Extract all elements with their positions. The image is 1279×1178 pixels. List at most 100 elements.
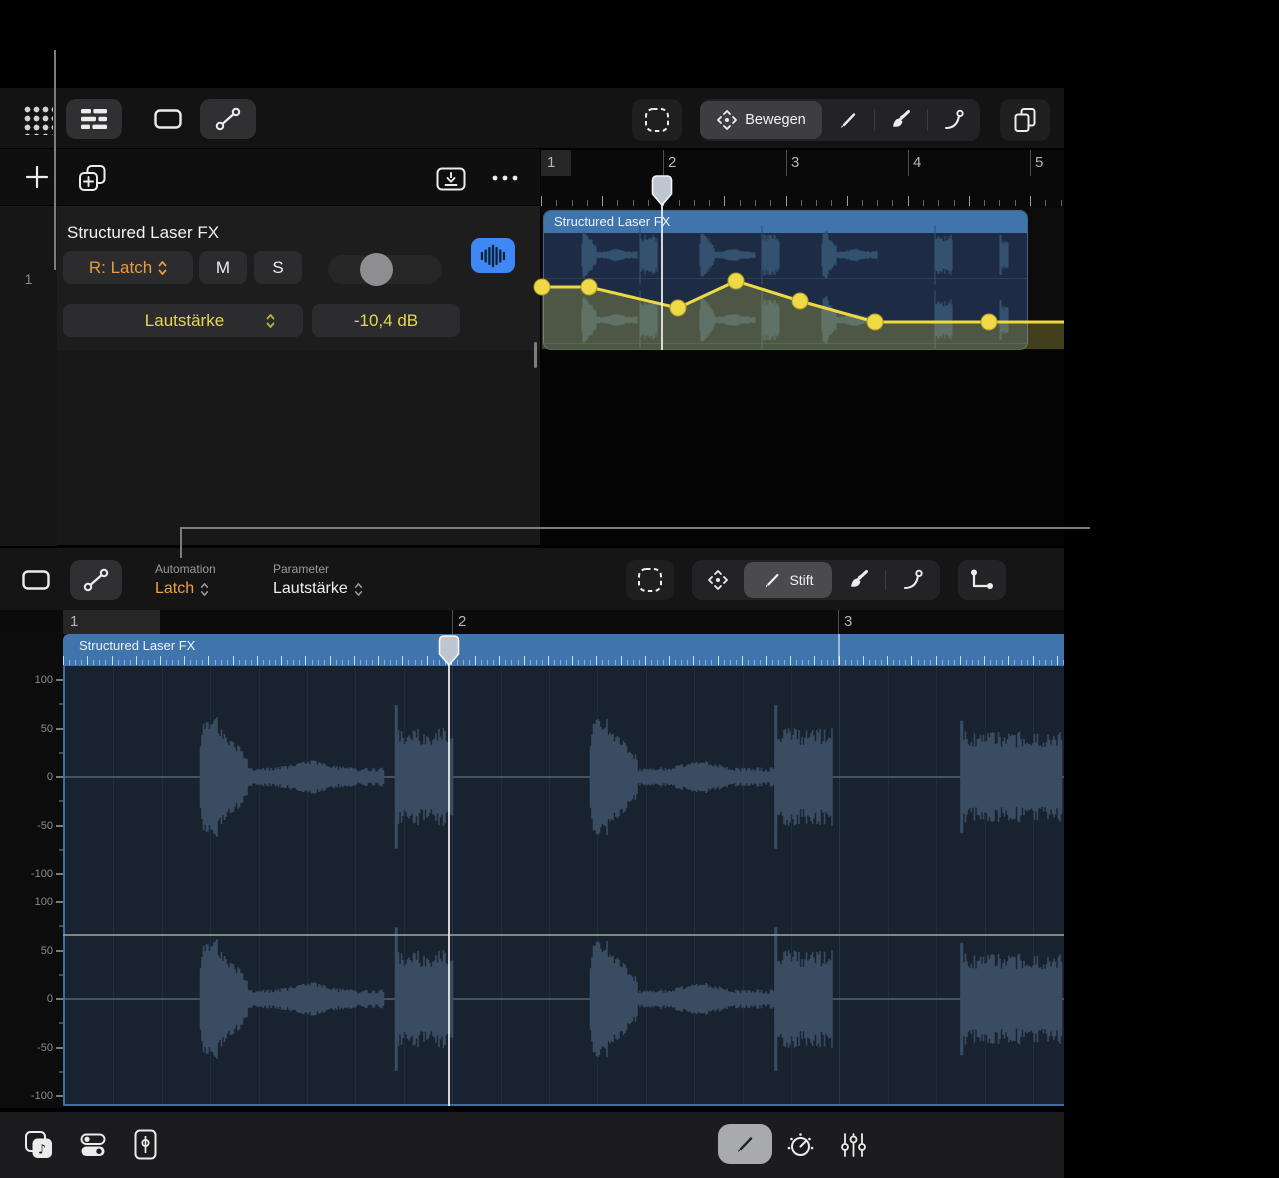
ruler-tick [877,200,879,206]
parameter-value[interactable]: -10,4 dB [312,304,460,337]
duplicate-track-button[interactable] [78,164,106,192]
track-import-button[interactable] [436,167,466,191]
ruler-tick [800,200,802,206]
copy-paste-button[interactable] [1000,99,1050,141]
editor-parameter-select[interactable]: Lautstärke [273,580,363,598]
region-bar-tick [656,660,658,665]
editor-automation-button[interactable] [70,560,122,600]
region-bar-tick [705,660,707,665]
loops-icon: ♪ [25,1131,52,1158]
audio-region[interactable]: Structured Laser FX [543,210,1028,350]
grid-view-button[interactable] [16,99,58,139]
callout-line-latch [180,527,1090,529]
editor-marquee-button[interactable] [626,560,674,600]
editor-gridline [984,666,986,1104]
bar-number: 4 [913,154,922,171]
region-bar-tick [238,660,240,665]
smart-controls-button[interactable] [786,1131,815,1160]
region-bar-tick [541,660,543,665]
editor-pencil-segment[interactable]: Stift [744,562,832,598]
region-bar-tick [69,660,71,665]
region-bar-tick [196,660,198,665]
more-ellipsis-icon [492,175,518,181]
mute-label: M [215,257,231,277]
plugins-button[interactable] [134,1129,157,1160]
ruler-tick [1030,196,1031,206]
vertical-scrollbar[interactable] [534,342,537,368]
ruler-tick [892,200,894,206]
editor-region-bar[interactable]: Structured Laser FX [63,634,1064,666]
region-bar-tick [881,660,883,665]
region-bar-tick [753,660,755,665]
mute-button[interactable]: M [199,251,247,284]
editor-gridline [791,666,792,1104]
editor-regions-button[interactable] [12,560,60,600]
region-bar-tick [226,660,228,665]
automation-display-button[interactable] [200,99,256,139]
region-bar-tick [475,656,477,665]
waveform-editor[interactable] [63,666,1064,1106]
editor-brush-segment[interactable] [832,560,885,600]
region-bar-tick [178,660,180,665]
region-bar-tick [269,660,270,665]
region-bar-tick [687,660,689,665]
brush-tool-segment[interactable] [875,99,927,141]
tracks-view-button[interactable] [66,99,122,139]
region-bar-tick [862,656,864,665]
parameter-select[interactable]: Lautstärke [63,304,303,337]
region-bar-tick [820,660,822,665]
ruler-tick [556,200,558,206]
editor-curve-segment[interactable] [886,560,939,600]
bar-number: 3 [791,154,800,171]
region-bar-tick [693,656,695,665]
region-body[interactable] [544,233,1027,349]
bar-number: 1 [70,613,79,630]
volume-slider[interactable] [328,253,442,286]
region-bar-tick [972,660,973,665]
brush-icon [893,110,910,127]
scale-tick [56,873,63,875]
region-bar-tick [602,660,604,665]
scale-label: 50 [40,722,53,735]
automation-mode-button[interactable]: R: Latch [63,251,193,284]
automation-mode-select[interactable]: Latch [155,580,209,598]
region-bar-tick [190,660,192,665]
region-bar-tick [887,656,889,665]
curve-tool-segment[interactable] [928,99,980,141]
bar-line [452,610,453,634]
track-controls-button[interactable] [80,1132,106,1158]
region-bar-tick [935,656,937,665]
region-bar-tick [220,660,222,665]
region-bar-tick [759,660,761,665]
pencil-tool-segment[interactable] [822,99,874,141]
scale-label: -50 [37,1041,53,1054]
loop-browser-button[interactable]: ♪ [24,1130,54,1160]
step-automation-button[interactable] [958,560,1006,600]
bar-number: 1 [547,154,556,171]
region-bar-tick [832,660,834,665]
automation-mode-value: Latch [155,580,195,597]
quick-draw-button[interactable] [718,1124,772,1164]
editor-move-segment[interactable] [692,560,744,600]
move-tool-segment[interactable]: Bewegen [700,101,822,139]
editor-gridline [161,666,163,1104]
mixer-button[interactable] [840,1131,867,1159]
region-bar-tick [638,660,640,665]
regions-display-button[interactable] [140,99,196,139]
top-ruler-ticks[interactable] [541,176,1064,208]
editor-ruler[interactable]: 1 2 3 [0,610,1064,634]
add-track-button[interactable] [24,164,50,190]
editor-gridline [210,666,212,1104]
region-bar-tick [1026,660,1028,665]
plus-icon [25,165,49,189]
audio-waveform-button[interactable] [471,238,515,273]
solo-button[interactable]: S [254,251,302,284]
volume-slider-thumb[interactable] [360,253,393,286]
region-header[interactable]: Structured Laser FX [544,211,1027,233]
ruler-tick [770,200,772,206]
region-bar-tick [505,660,507,665]
top-ruler[interactable]: 1 2 3 4 5 [541,150,1064,176]
scale-tick [56,901,63,903]
marquee-select-button[interactable] [632,99,682,141]
more-options-button[interactable] [490,172,520,184]
